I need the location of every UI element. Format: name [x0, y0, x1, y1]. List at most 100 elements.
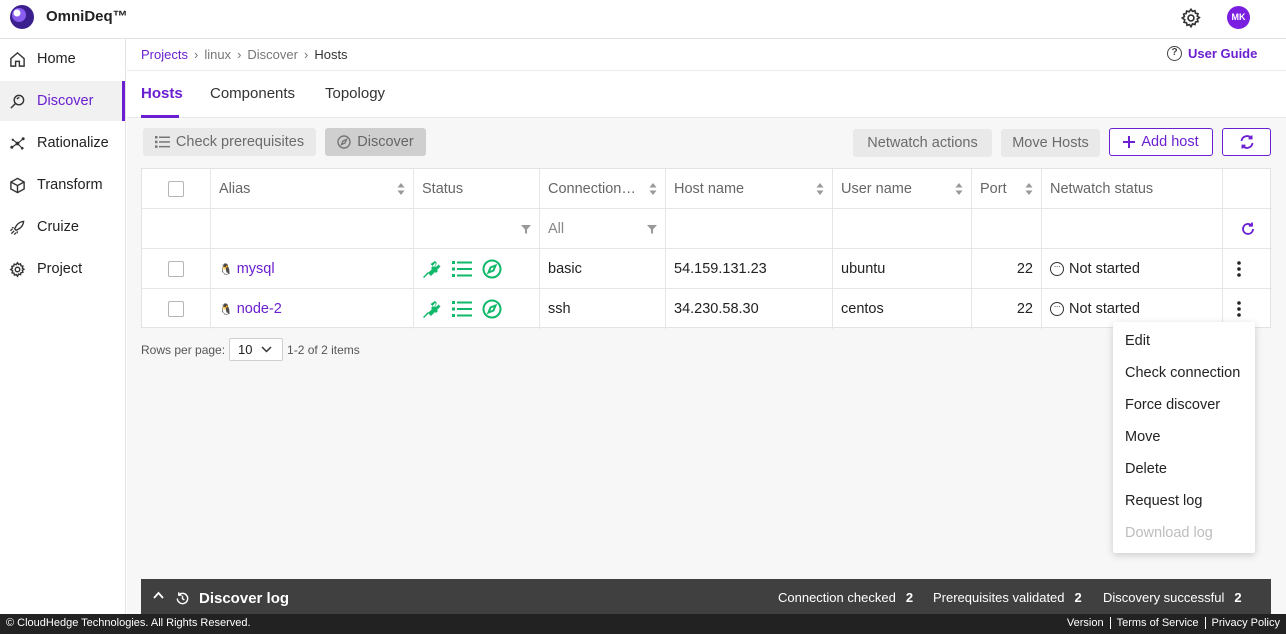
alias-link[interactable]: 🐧 node-2 — [219, 301, 282, 317]
cube-icon — [10, 177, 25, 193]
menu-item-delete[interactable]: Delete — [1125, 461, 1167, 477]
rows-per-page-label: Rows per page: — [141, 342, 226, 357]
user-guide-link[interactable]: ? User Guide — [1167, 46, 1257, 61]
netwatch-filter-input[interactable] — [1042, 209, 1223, 249]
netwatch-actions-button[interactable]: Netwatch actions — [853, 129, 992, 157]
user-guide-label: User Guide — [1188, 46, 1258, 61]
row-select-cell — [142, 249, 211, 289]
host-name-filter-input[interactable] — [666, 209, 833, 249]
tab-components[interactable]: Components — [210, 85, 295, 102]
discovery-compass-icon[interactable] — [482, 259, 502, 279]
sidebar-item-label: Home — [37, 51, 76, 67]
menu-item-edit[interactable]: Edit — [1125, 333, 1150, 349]
settings-gear-icon[interactable] — [1180, 7, 1202, 29]
connection-cell: ssh — [540, 289, 666, 329]
netwatch-status-text: Not started — [1069, 301, 1140, 317]
footer-link-privacy[interactable]: Privacy Policy — [1204, 617, 1286, 629]
table-header-row: Alias Status Connection… Host name User … — [142, 169, 1272, 209]
breadcrumb-discover[interactable]: Discover — [247, 47, 298, 62]
prerequisites-list-icon[interactable] — [452, 260, 472, 278]
connection-filter-value: All — [548, 221, 565, 237]
menu-item-move[interactable]: Move — [1125, 429, 1160, 445]
select-all-checkbox[interactable] — [168, 181, 184, 197]
rows-per-page-select[interactable]: 10 — [229, 338, 284, 361]
discover-log-bar[interactable]: Discover log Connection checked 2 Prerequ… — [141, 579, 1271, 614]
add-host-label: Add host — [1141, 134, 1199, 150]
host-name-cell: 34.230.58.30 — [666, 289, 833, 329]
footer-link-terms[interactable]: Terms of Service — [1109, 617, 1205, 629]
breadcrumb: Projects › linux › Discover › Hosts — [141, 47, 348, 62]
breadcrumb-projects[interactable]: Projects — [141, 47, 188, 62]
footer-link-version[interactable]: Version — [1061, 617, 1110, 629]
compass-icon — [337, 135, 351, 149]
history-icon — [176, 592, 189, 605]
status-filter[interactable] — [414, 209, 540, 249]
menu-item-check-connection[interactable]: Check connection — [1125, 365, 1240, 381]
select-all-cell — [142, 169, 211, 209]
breadcrumb-linux[interactable]: linux — [204, 47, 231, 62]
sidebar-item-cruize[interactable]: Cruize — [0, 207, 125, 247]
user-name-filter-input[interactable] — [833, 209, 972, 249]
discover-button[interactable]: Discover — [325, 128, 426, 156]
chevron-up-icon[interactable] — [153, 591, 164, 599]
menu-item-request-log[interactable]: Request log — [1125, 493, 1202, 509]
tab-topology[interactable]: Topology — [325, 85, 385, 102]
brand-name: OmniDeq™ — [46, 8, 128, 25]
filter-icon — [521, 225, 531, 234]
discovery-compass-icon[interactable] — [482, 299, 502, 319]
row-checkbox[interactable] — [168, 301, 184, 317]
column-header-label: Connection… — [548, 181, 636, 197]
row-actions-kebab-icon[interactable] — [1237, 260, 1241, 278]
column-header-connection[interactable]: Connection… — [540, 169, 666, 209]
column-header-host-name[interactable]: Host name — [666, 169, 833, 209]
filter-cell-empty — [142, 209, 211, 249]
sidebar-item-transform[interactable]: Transform — [0, 165, 125, 205]
sort-icon — [397, 183, 405, 195]
linux-tux-icon: 🐧 — [219, 263, 233, 276]
column-header-label: Status — [422, 181, 464, 197]
check-prerequisites-button[interactable]: Check prerequisites — [143, 128, 316, 156]
connection-filter[interactable]: All — [540, 209, 666, 249]
rocket-icon — [9, 220, 25, 235]
port-filter-input[interactable] — [972, 209, 1042, 249]
add-host-button[interactable]: Add host — [1109, 128, 1213, 156]
sidebar-item-label: Transform — [37, 177, 103, 193]
gear-icon — [9, 261, 26, 278]
column-header-label: Host name — [674, 181, 745, 197]
reset-filters-icon[interactable] — [1240, 221, 1256, 237]
sidebar-item-rationalize[interactable]: Rationalize — [0, 123, 125, 163]
pending-dots-icon: ··· — [1050, 262, 1064, 276]
footer: © CloudHedge Technologies. All Rights Re… — [0, 614, 1286, 634]
row-checkbox[interactable] — [168, 261, 184, 277]
prerequisites-list-icon[interactable] — [452, 300, 472, 318]
connection-ok-plug-icon[interactable] — [422, 259, 442, 279]
move-hosts-button[interactable]: Move Hosts — [1001, 129, 1100, 157]
row-select-cell — [142, 289, 211, 329]
sort-icon — [649, 183, 657, 195]
pagination-range: 1-2 of 2 items — [287, 342, 360, 357]
stat-discovery-successful: Discovery successful 2 — [1103, 590, 1242, 605]
sidebar-item-home[interactable]: Home — [0, 39, 125, 79]
alias-link[interactable]: 🐧 mysql — [219, 261, 275, 277]
sidebar-item-project[interactable]: Project — [0, 249, 125, 289]
omnideq-logo-icon — [10, 5, 34, 29]
menu-item-force-discover[interactable]: Force discover — [1125, 397, 1220, 413]
connection-ok-plug-icon[interactable] — [422, 299, 442, 319]
alias-filter-input[interactable] — [211, 209, 414, 249]
table-row[interactable]: 🐧 mysql basic 54.159.131.23 ubuntu 22 ··… — [142, 249, 1272, 289]
column-header-alias[interactable]: Alias — [211, 169, 414, 209]
refresh-icon — [1240, 135, 1253, 149]
stat-label: Connection checked — [778, 590, 896, 605]
tab-hosts[interactable]: Hosts — [141, 85, 183, 102]
sidebar-item-discover[interactable]: Discover — [0, 81, 125, 121]
rows-per-page-value: 10 — [238, 342, 253, 357]
column-header-label: User name — [841, 181, 912, 197]
column-header-user-name[interactable]: User name — [833, 169, 972, 209]
alias-text: node-2 — [236, 301, 282, 317]
table-row[interactable]: 🐧 node-2 ssh 34.230.58.30 centos 22 ··· N… — [142, 289, 1272, 329]
stat-value: 2 — [905, 590, 914, 605]
refresh-button[interactable] — [1222, 128, 1271, 156]
column-header-port[interactable]: Port — [972, 169, 1042, 209]
row-actions-kebab-icon[interactable] — [1237, 300, 1241, 318]
user-avatar[interactable]: MK — [1227, 6, 1250, 29]
